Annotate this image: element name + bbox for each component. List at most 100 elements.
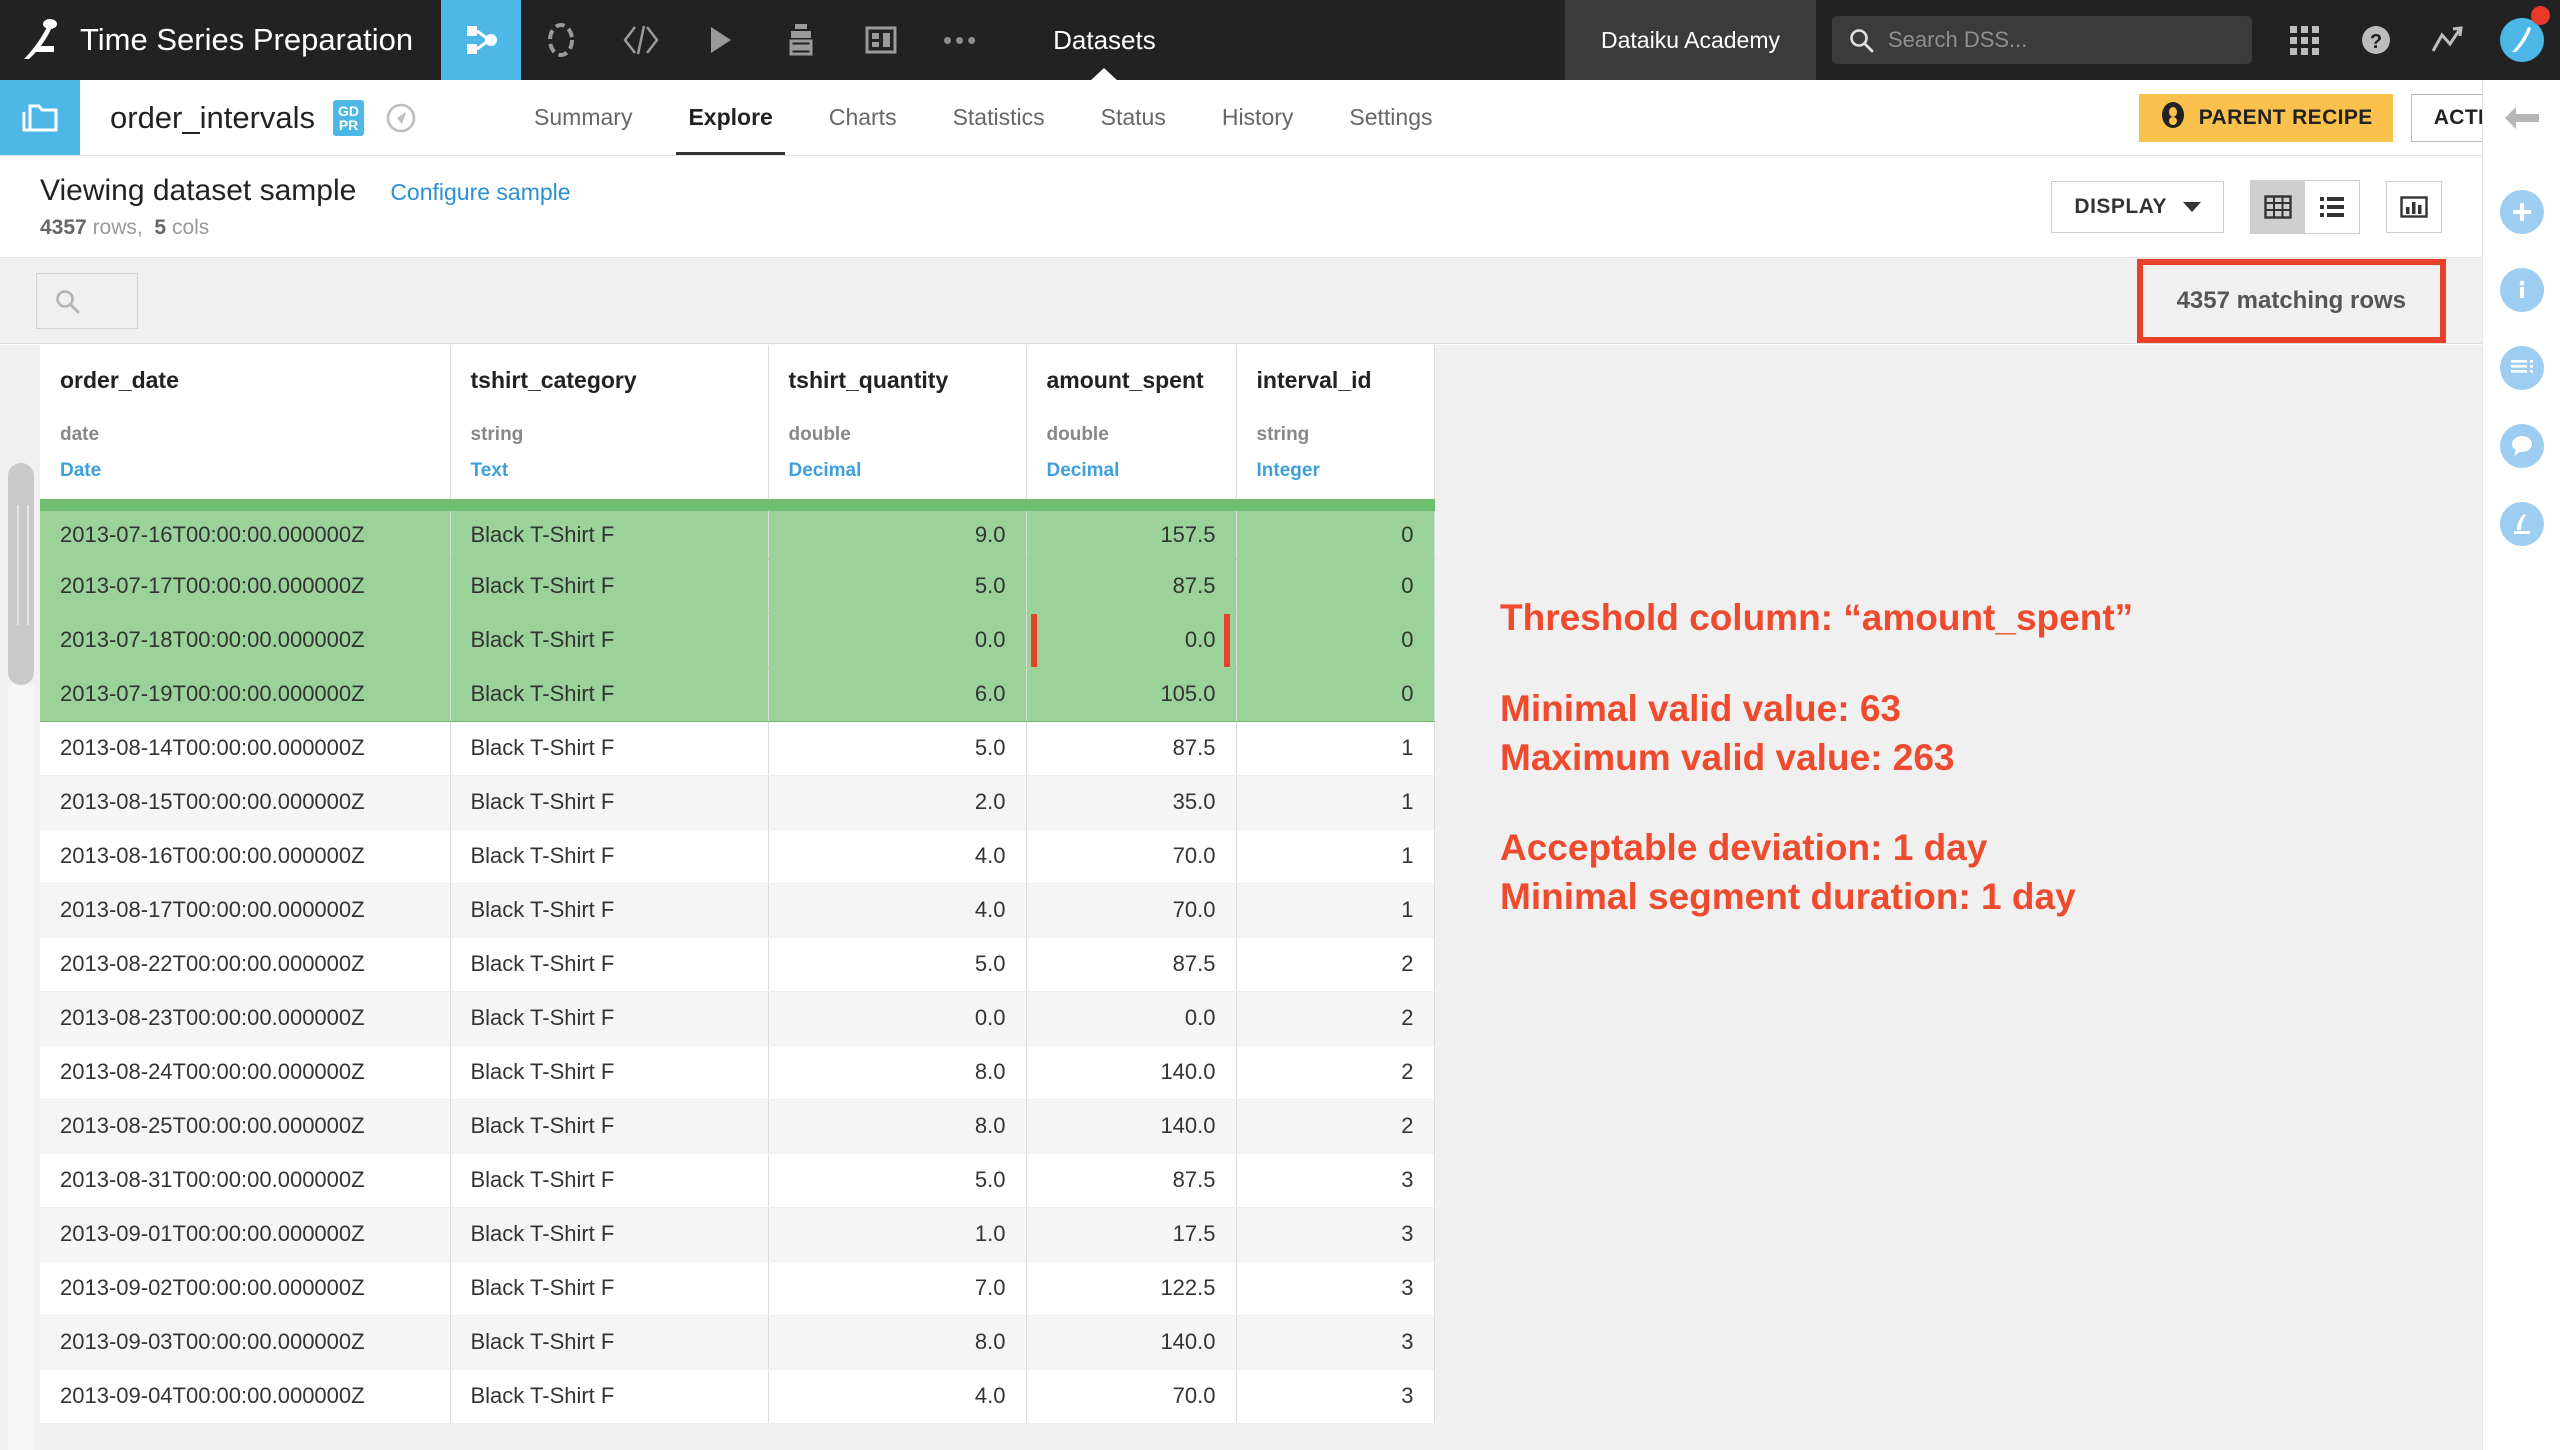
compass-icon[interactable] (384, 101, 418, 135)
table-row[interactable]: 2013-07-18T00:00:00.000000ZBlack T-Shirt… (40, 613, 1434, 667)
cell-tshirt_quantity[interactable]: 5.0 (768, 559, 1026, 613)
cell-interval_id[interactable]: 1 (1236, 883, 1434, 937)
cell-tshirt_category[interactable]: Black T-Shirt F (450, 829, 768, 883)
tab-status[interactable]: Status (1073, 80, 1194, 155)
user-avatar[interactable] (2484, 0, 2560, 80)
run-play-icon[interactable] (681, 0, 761, 80)
search-input[interactable] (1888, 27, 2236, 53)
cell-amount_spent[interactable]: 140.0 (1026, 1315, 1236, 1369)
cell-order_date[interactable]: 2013-08-23T00:00:00.000000Z (40, 991, 450, 1045)
cell-amount_spent[interactable]: 87.5 (1026, 559, 1236, 613)
cell-interval_id[interactable]: 2 (1236, 937, 1434, 991)
cell-tshirt_category[interactable]: Black T-Shirt F (450, 1369, 768, 1423)
cell-order_date[interactable]: 2013-08-22T00:00:00.000000Z (40, 937, 450, 991)
cell-tshirt_quantity[interactable]: 8.0 (768, 1315, 1026, 1369)
parent-recipe-button[interactable]: PARENT RECIPE (2139, 94, 2393, 142)
cell-order_date[interactable]: 2013-07-17T00:00:00.000000Z (40, 559, 450, 613)
column-header-order_date[interactable]: order_date date Date (40, 345, 450, 505)
table-view-icon[interactable] (2251, 181, 2305, 233)
table-row[interactable]: 2013-09-02T00:00:00.000000ZBlack T-Shirt… (40, 1261, 1434, 1315)
column-chart-icon[interactable] (2386, 181, 2442, 233)
cell-tshirt_category[interactable]: Black T-Shirt F (450, 991, 768, 1045)
tab-statistics[interactable]: Statistics (925, 80, 1073, 155)
cell-amount_spent[interactable]: 70.0 (1026, 1369, 1236, 1423)
code-icon[interactable] (601, 0, 681, 80)
cell-interval_id[interactable]: 3 (1236, 1369, 1434, 1423)
cell-tshirt_category[interactable]: Black T-Shirt F (450, 1207, 768, 1261)
cell-tshirt_category[interactable]: Black T-Shirt F (450, 559, 768, 613)
table-row[interactable]: 2013-08-24T00:00:00.000000ZBlack T-Shirt… (40, 1045, 1434, 1099)
cell-tshirt_category[interactable]: Black T-Shirt F (450, 721, 768, 775)
details-list-icon[interactable] (2500, 346, 2544, 390)
cell-tshirt_quantity[interactable]: 5.0 (768, 721, 1026, 775)
cell-order_date[interactable]: 2013-08-25T00:00:00.000000Z (40, 1099, 450, 1153)
cell-amount_spent[interactable]: 140.0 (1026, 1045, 1236, 1099)
tab-summary[interactable]: Summary (506, 80, 660, 155)
cell-interval_id[interactable]: 1 (1236, 775, 1434, 829)
lab-microscope-icon[interactable] (2500, 502, 2544, 546)
cell-tshirt_quantity[interactable]: 0.0 (768, 991, 1026, 1045)
column-meaning[interactable]: Text (471, 460, 748, 482)
dataiku-logo[interactable] (0, 0, 80, 80)
cell-interval_id[interactable]: 0 (1236, 505, 1434, 559)
cell-tshirt_quantity[interactable]: 6.0 (768, 667, 1026, 721)
cell-amount_spent[interactable]: 0.0 (1026, 991, 1236, 1045)
cell-interval_id[interactable]: 3 (1236, 1315, 1434, 1369)
cell-tshirt_quantity[interactable]: 5.0 (768, 1153, 1026, 1207)
column-meaning[interactable]: Decimal (789, 460, 1006, 482)
column-meaning[interactable]: Date (60, 460, 430, 482)
cell-order_date[interactable]: 2013-08-15T00:00:00.000000Z (40, 775, 450, 829)
cell-interval_id[interactable]: 0 (1236, 559, 1434, 613)
table-row[interactable]: 2013-07-16T00:00:00.000000ZBlack T-Shirt… (40, 505, 1434, 559)
table-row[interactable]: 2013-09-03T00:00:00.000000ZBlack T-Shirt… (40, 1315, 1434, 1369)
cell-interval_id[interactable]: 3 (1236, 1207, 1434, 1261)
cell-tshirt_category[interactable]: Black T-Shirt F (450, 667, 768, 721)
cell-amount_spent[interactable]: 70.0 (1026, 883, 1236, 937)
cell-tshirt_quantity[interactable]: 5.0 (768, 937, 1026, 991)
cell-interval_id[interactable]: 1 (1236, 721, 1434, 775)
table-row[interactable]: 2013-08-23T00:00:00.000000ZBlack T-Shirt… (40, 991, 1434, 1045)
cell-tshirt_category[interactable]: Black T-Shirt F (450, 1315, 768, 1369)
gdpr-badge[interactable]: GD PR (333, 100, 364, 136)
table-row[interactable]: 2013-08-14T00:00:00.000000ZBlack T-Shirt… (40, 721, 1434, 775)
table-row[interactable]: 2013-09-01T00:00:00.000000ZBlack T-Shirt… (40, 1207, 1434, 1261)
cell-order_date[interactable]: 2013-08-14T00:00:00.000000Z (40, 721, 450, 775)
cell-tshirt_quantity[interactable]: 9.0 (768, 505, 1026, 559)
table-row[interactable]: 2013-08-25T00:00:00.000000ZBlack T-Shirt… (40, 1099, 1434, 1153)
dataset-folder-icon[interactable] (0, 80, 80, 155)
more-options-icon[interactable]: ••• (921, 0, 1001, 80)
cell-order_date[interactable]: 2013-09-02T00:00:00.000000Z (40, 1261, 450, 1315)
table-row[interactable]: 2013-07-17T00:00:00.000000ZBlack T-Shirt… (40, 559, 1434, 613)
cell-interval_id[interactable]: 0 (1236, 613, 1434, 667)
apps-grid-icon[interactable] (2268, 0, 2340, 80)
add-icon[interactable] (2500, 190, 2544, 234)
cell-interval_id[interactable]: 0 (1236, 667, 1434, 721)
cell-amount_spent[interactable]: 87.5 (1026, 721, 1236, 775)
cell-interval_id[interactable]: 3 (1236, 1153, 1434, 1207)
cell-amount_spent[interactable]: 105.0 (1026, 667, 1236, 721)
cell-interval_id[interactable]: 2 (1236, 991, 1434, 1045)
cell-tshirt_category[interactable]: Black T-Shirt F (450, 1261, 768, 1315)
cell-amount_spent[interactable]: 17.5 (1026, 1207, 1236, 1261)
nav-datasets[interactable]: Datasets (1023, 0, 1186, 80)
table-row[interactable]: 2013-08-31T00:00:00.000000ZBlack T-Shirt… (40, 1153, 1434, 1207)
cell-tshirt_category[interactable]: Black T-Shirt F (450, 883, 768, 937)
cell-order_date[interactable]: 2013-09-04T00:00:00.000000Z (40, 1369, 450, 1423)
cell-tshirt_quantity[interactable]: 0.0 (768, 613, 1026, 667)
cell-order_date[interactable]: 2013-08-31T00:00:00.000000Z (40, 1153, 450, 1207)
cell-order_date[interactable]: 2013-07-18T00:00:00.000000Z (40, 613, 450, 667)
global-search-box[interactable] (1832, 16, 2252, 64)
cell-interval_id[interactable]: 2 (1236, 1099, 1434, 1153)
comment-icon[interactable] (2500, 424, 2544, 468)
tab-charts[interactable]: Charts (801, 80, 925, 155)
cell-amount_spent[interactable]: 140.0 (1026, 1099, 1236, 1153)
cell-tshirt_quantity[interactable]: 1.0 (768, 1207, 1026, 1261)
cell-amount_spent[interactable]: 122.5 (1026, 1261, 1236, 1315)
academy-chip[interactable]: Dataiku Academy (1565, 0, 1816, 80)
search-input[interactable] (36, 273, 138, 329)
cell-amount_spent[interactable]: 70.0 (1026, 829, 1236, 883)
cell-tshirt_category[interactable]: Black T-Shirt F (450, 937, 768, 991)
list-view-icon[interactable] (2305, 181, 2359, 233)
cell-tshirt_category[interactable]: Black T-Shirt F (450, 505, 768, 559)
cell-order_date[interactable]: 2013-07-19T00:00:00.000000Z (40, 667, 450, 721)
